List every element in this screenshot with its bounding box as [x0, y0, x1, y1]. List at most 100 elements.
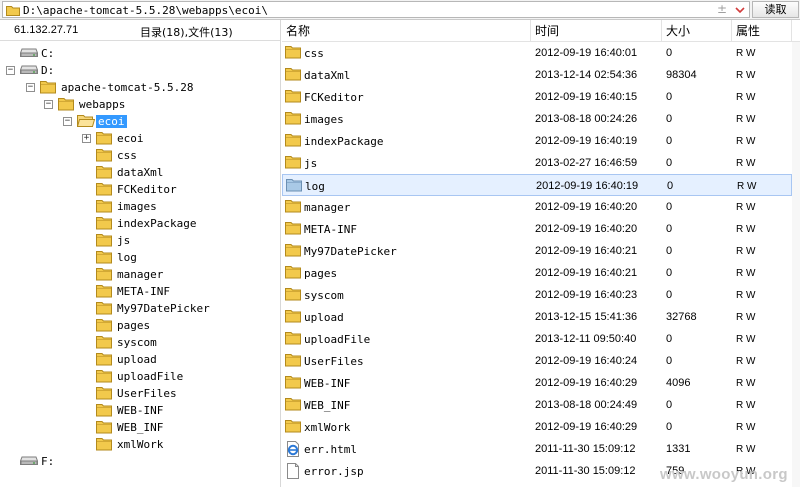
tree-node[interactable]: pages	[0, 317, 280, 334]
file-row[interactable]: indexPackage 2012-09-19 16:40:19 0 R W	[282, 130, 792, 152]
file-time: 2012-09-19 16:40:15	[535, 91, 638, 103]
file-row[interactable]: images 2013-08-18 00:24:26 0 R W	[282, 108, 792, 130]
chevron-down-icon[interactable]	[734, 5, 746, 18]
file-name: upload	[304, 311, 344, 324]
file-row[interactable]: My97DatePicker 2012-09-19 16:40:21 0 R W	[282, 240, 792, 262]
file-time: 2012-09-19 16:40:23	[535, 289, 638, 301]
tree-node[interactable]: upload	[0, 351, 280, 368]
folder-icon	[96, 437, 112, 454]
tree-node[interactable]: manager	[0, 266, 280, 283]
collapse-icon[interactable]: −	[26, 83, 35, 92]
column-attr[interactable]: 属性	[732, 20, 792, 42]
collapse-icon[interactable]: −	[44, 100, 53, 109]
file-row[interactable]: syscom 2012-09-19 16:40:23 0 R W	[282, 284, 792, 306]
file-name: xmlWork	[304, 421, 351, 434]
tree-node[interactable]: uploadFile	[0, 368, 280, 385]
file-row[interactable]: css 2012-09-19 16:40:01 0 R W	[282, 42, 792, 64]
file-attr: R W	[736, 312, 756, 323]
tree-node[interactable]: WEB_INF	[0, 419, 280, 436]
address-input[interactable]: D:\apache-tomcat-5.5.28\webapps\ecoi\ ±	[2, 1, 750, 18]
file-row[interactable]: WEB-INF 2012-09-19 16:40:29 4096 R W	[282, 372, 792, 394]
file-time: 2013-12-15 15:41:36	[535, 311, 638, 323]
column-time[interactable]: 时间	[531, 20, 662, 42]
tree-node-label: webapps	[79, 98, 126, 111]
file-row[interactable]: FCKeditor 2012-09-19 16:40:15 0 R W	[282, 86, 792, 108]
file-size: 0	[666, 399, 673, 411]
file-row[interactable]: WEB_INF 2013-08-18 00:24:49 0 R W	[282, 394, 792, 416]
file-size: 0	[666, 289, 673, 301]
plus-minus-icon[interactable]: ±	[717, 2, 727, 16]
tree-node[interactable]: − webapps	[0, 96, 280, 113]
tree-node[interactable]: My97DatePicker	[0, 300, 280, 317]
folder-icon	[285, 133, 301, 150]
tree-node-label: WEB_INF	[117, 421, 164, 434]
collapse-icon[interactable]: −	[6, 66, 15, 75]
file-row[interactable]: upload 2013-12-15 15:41:36 32768 R W	[282, 306, 792, 328]
tree-node[interactable]: C:	[0, 45, 280, 62]
tree-node[interactable]: − D:	[0, 62, 280, 79]
file-attr: R W	[736, 158, 756, 169]
collapse-icon[interactable]: −	[63, 117, 72, 126]
file-row[interactable]: js 2013-02-27 16:46:59 0 R W	[282, 152, 792, 174]
file-size: 0	[666, 245, 673, 257]
column-name[interactable]: 名称	[282, 20, 531, 42]
tree-node[interactable]: − ecoi	[0, 113, 280, 130]
file-time: 2012-09-19 16:40:21	[535, 245, 638, 257]
file-time: 2013-02-27 16:46:59	[535, 157, 638, 169]
tree-node[interactable]: log	[0, 249, 280, 266]
tree-node-label: WEB-INF	[117, 404, 164, 417]
tree-node[interactable]: WEB-INF	[0, 402, 280, 419]
file-name: images	[304, 113, 344, 126]
tree-node[interactable]: css	[0, 147, 280, 164]
file-attr: R W	[736, 268, 756, 279]
folder-icon	[285, 287, 301, 304]
file-attr: R W	[736, 378, 756, 389]
tree-node[interactable]: − apache-tomcat-5.5.28	[0, 79, 280, 96]
file-time: 2013-12-11 09:50:40	[535, 333, 637, 345]
file-row[interactable]: manager 2012-09-19 16:40:20 0 R W	[282, 196, 792, 218]
file-row[interactable]: uploadFile 2013-12-11 09:50:40 0 R W	[282, 328, 792, 350]
tree-node[interactable]: UserFiles	[0, 385, 280, 402]
file-attr: R W	[736, 136, 756, 147]
file-row[interactable]: META-INF 2012-09-19 16:40:20 0 R W	[282, 218, 792, 240]
file-size: 4096	[666, 377, 691, 389]
file-time: 2012-09-19 16:40:21	[535, 267, 638, 279]
scrollbar[interactable]	[792, 42, 800, 487]
drive-icon	[20, 454, 38, 469]
expand-icon[interactable]: +	[82, 134, 91, 143]
tree-node[interactable]: indexPackage	[0, 215, 280, 232]
file-attr: R W	[736, 70, 756, 81]
tree-node-label: META-INF	[117, 285, 170, 298]
file-row[interactable]: dataXml 2013-12-14 02:54:36 98304 R W	[282, 64, 792, 86]
tree-node[interactable]: F:	[0, 453, 280, 470]
file-row[interactable]: log 2012-09-19 16:40:19 0 R W	[282, 174, 792, 196]
file-name: manager	[304, 201, 351, 214]
tree-node[interactable]: js	[0, 232, 280, 249]
file-size: 0	[666, 201, 673, 213]
file-time: 2012-09-19 16:40:20	[535, 201, 638, 213]
tree-node-label: manager	[117, 268, 164, 281]
folder-icon	[285, 111, 301, 128]
file-size: 0	[666, 267, 673, 279]
file-size: 0	[666, 135, 673, 147]
read-button[interactable]: 读取	[752, 1, 799, 18]
tree-node[interactable]: dataXml	[0, 164, 280, 181]
file-row[interactable]: pages 2012-09-19 16:40:21 0 R W	[282, 262, 792, 284]
tree-node[interactable]: FCKeditor	[0, 181, 280, 198]
file-attr: R W	[736, 114, 756, 125]
file-row[interactable]: UserFiles 2012-09-19 16:40:24 0 R W	[282, 350, 792, 372]
file-name: syscom	[304, 289, 344, 302]
tree-node[interactable]: images	[0, 198, 280, 215]
tree-node[interactable]: syscom	[0, 334, 280, 351]
tree-node[interactable]: + ecoi	[0, 130, 280, 147]
file-attr: R W	[736, 202, 756, 213]
column-size[interactable]: 大小	[662, 20, 732, 42]
file-row[interactable]: err.html 2011-11-30 15:09:12 1331 R W	[282, 438, 792, 460]
tree-node[interactable]: META-INF	[0, 283, 280, 300]
tree-node[interactable]: xmlWork	[0, 436, 280, 453]
tree-node-label: UserFiles	[117, 387, 177, 400]
folder-icon	[285, 243, 301, 260]
file-row[interactable]: xmlWork 2012-09-19 16:40:29 0 R W	[282, 416, 792, 438]
file-time: 2011-11-30 15:09:12	[535, 465, 636, 477]
folder-icon	[96, 165, 112, 182]
